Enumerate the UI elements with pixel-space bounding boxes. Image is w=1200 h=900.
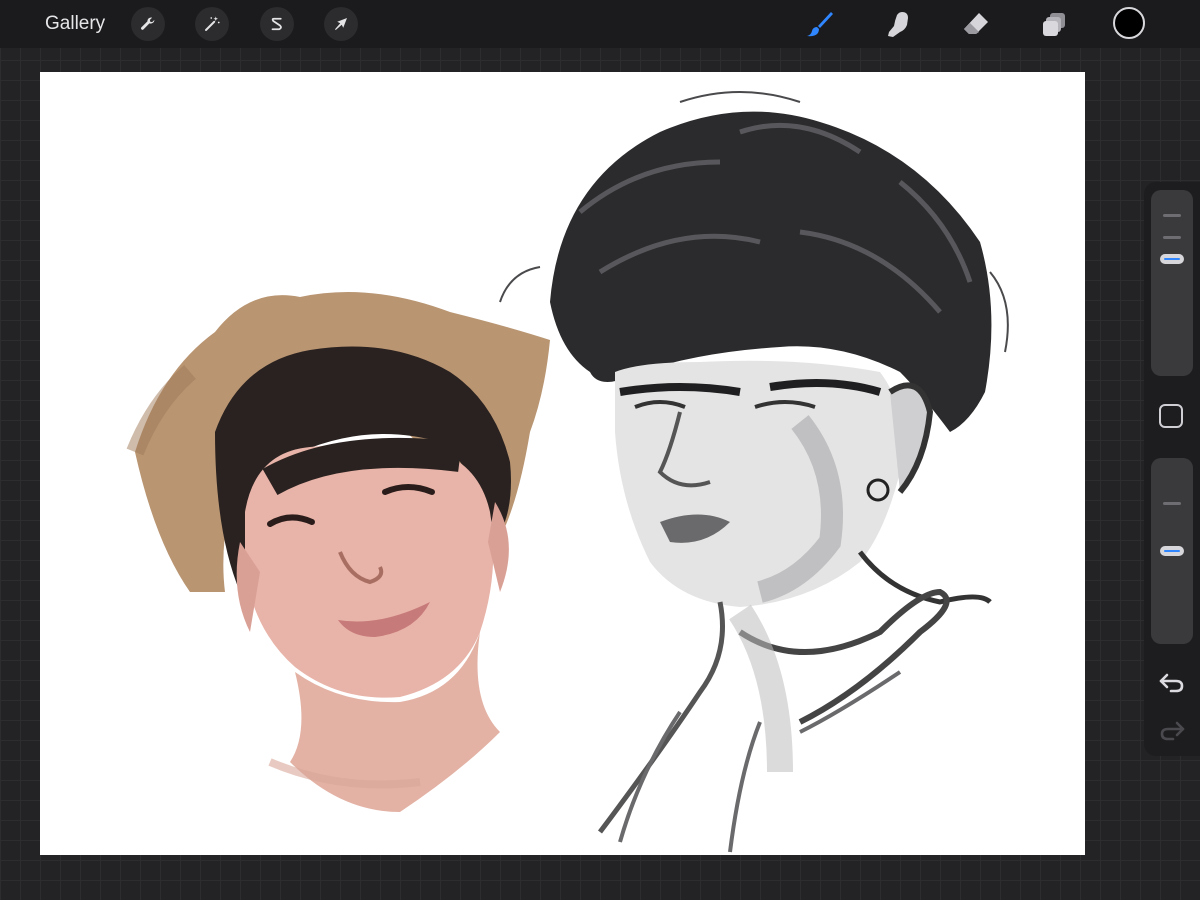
brush-icon bbox=[807, 12, 833, 37]
undo-icon bbox=[1159, 673, 1184, 693]
eraser-tool-button[interactable] bbox=[960, 8, 992, 40]
modify-square-icon[interactable] bbox=[1159, 404, 1183, 428]
magic-wand-icon bbox=[205, 16, 220, 31]
selection-s-icon bbox=[271, 17, 282, 31]
gallery-button[interactable]: Gallery bbox=[45, 12, 105, 36]
layers-button[interactable] bbox=[1038, 8, 1070, 40]
smudge-finger-icon bbox=[888, 12, 908, 37]
undo-button[interactable] bbox=[1158, 670, 1186, 694]
color-picker-button[interactable] bbox=[1113, 7, 1145, 39]
smudge-tool-button[interactable] bbox=[882, 8, 914, 40]
slider-tick bbox=[1163, 236, 1181, 239]
sidebar bbox=[1144, 182, 1200, 756]
wrench-icon bbox=[141, 17, 155, 30]
pencil-sketch-portrait bbox=[499, 91, 1009, 853]
arrow-cursor-icon bbox=[335, 18, 347, 30]
brush-size-thumb[interactable] bbox=[1160, 254, 1184, 264]
adjustments-button[interactable] bbox=[195, 7, 229, 41]
slider-tick bbox=[1163, 214, 1181, 217]
color-portrait bbox=[126, 292, 550, 812]
brush-tool-button[interactable] bbox=[804, 8, 836, 40]
artwork-image bbox=[126, 91, 1009, 853]
eraser-icon bbox=[964, 13, 988, 34]
transform-button[interactable] bbox=[324, 7, 358, 41]
opacity-slider[interactable] bbox=[1151, 458, 1193, 644]
brush-size-slider[interactable] bbox=[1151, 190, 1193, 376]
redo-icon bbox=[1160, 721, 1185, 741]
layers-icon bbox=[1043, 13, 1065, 36]
drawing-canvas[interactable] bbox=[40, 72, 1085, 855]
redo-button[interactable] bbox=[1158, 718, 1186, 742]
slider-tick bbox=[1163, 502, 1181, 505]
selection-button[interactable] bbox=[260, 7, 294, 41]
actions-button[interactable] bbox=[131, 7, 165, 41]
top-toolbar: Gallery bbox=[0, 0, 1200, 48]
opacity-thumb[interactable] bbox=[1160, 546, 1184, 556]
